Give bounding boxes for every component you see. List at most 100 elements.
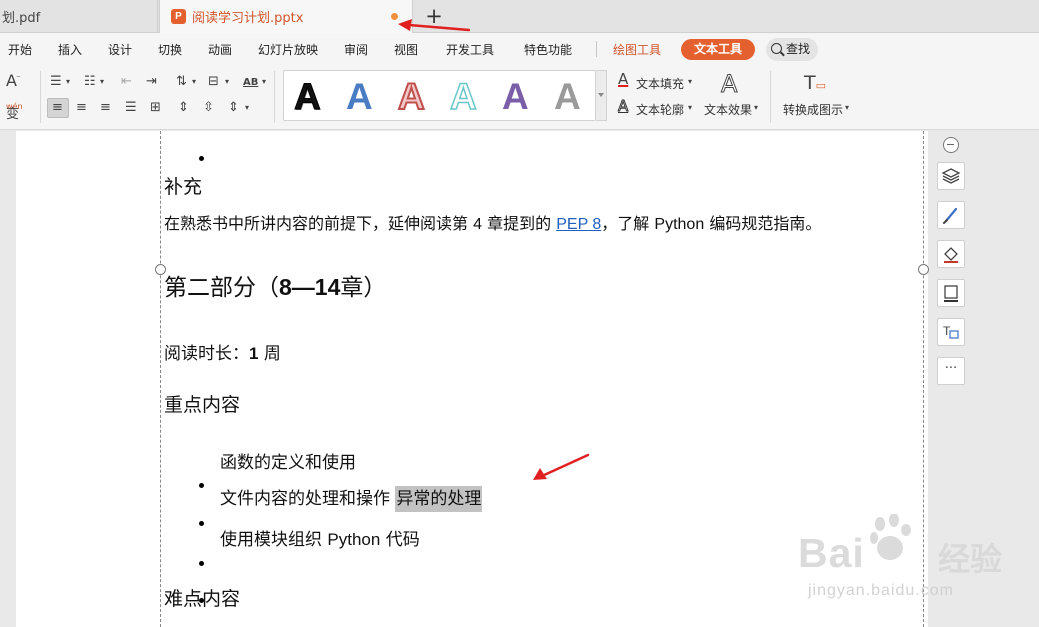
- menu-drawing-tools[interactable]: 绘图工具: [613, 41, 661, 58]
- text-style-purple[interactable]: A: [502, 77, 529, 117]
- text-outline-icon[interactable]: A: [617, 98, 628, 115]
- menu-animation[interactable]: 动画: [208, 41, 232, 58]
- tab-pdf-label: 划.pdf: [2, 11, 41, 26]
- tab-pptx-label: 阅读学习计划.pptx: [192, 11, 304, 26]
- key-item-functions[interactable]: 函数的定义和使用: [220, 448, 356, 473]
- text-style-red-outline[interactable]: A: [397, 76, 426, 118]
- part2-range: 8—14: [279, 274, 341, 300]
- more-options-button[interactable]: ···: [937, 357, 965, 385]
- shape-fill-button[interactable]: [937, 240, 965, 268]
- baidu-jingyan-watermark: Bai 经验 jingyan.baidu.com: [768, 512, 1038, 624]
- menu-transition[interactable]: 切换: [158, 41, 182, 58]
- supplement-paragraph[interactable]: 在熟悉书中所讲内容的前提下，延伸阅读第 4 章提到的 PEP 8，了解 Pyth…: [164, 210, 821, 234]
- tab-pdf-document[interactable]: 划.pdf: [0, 0, 158, 33]
- paw-logo-icon: [870, 514, 911, 560]
- align-left-icon: ≡: [52, 100, 63, 115]
- distributed-align-icon[interactable]: ⊞: [150, 100, 161, 116]
- text-style-gray[interactable]: A: [554, 77, 581, 117]
- annotation-arrow-highlight-icon: [533, 453, 590, 480]
- ribbon-toolbar: A ⁻ wén 变 ☰ ▾ ☷ ▾ ⇤ ⇥ ⇅ ▾ ⊟ ▾ AB ▾ ≡ ≡ ≡…: [0, 65, 1039, 130]
- reading-duration[interactable]: 阅读时长：1 周: [164, 339, 281, 364]
- convert-graphic-icon[interactable]: T▭: [804, 72, 826, 97]
- highlighted-exception-text[interactable]: 异常的处理: [395, 486, 483, 512]
- text-fill-icon[interactable]: A: [618, 71, 628, 87]
- menu-special[interactable]: 特色功能: [524, 41, 572, 58]
- part2-suffix: 章）: [340, 275, 387, 301]
- supplement-text-4: 编码规范指南。: [709, 214, 822, 233]
- text-style-blue[interactable]: A: [346, 77, 373, 117]
- text-convert-icon: T: [943, 324, 959, 339]
- key-content-heading[interactable]: 重点内容: [164, 390, 240, 417]
- align-justify-icon[interactable]: ☰: [125, 100, 137, 116]
- python-word-2: Python: [327, 530, 381, 549]
- gallery-expand-button[interactable]: [596, 70, 607, 121]
- convert-graphic-label[interactable]: 转换成图示: [783, 101, 843, 118]
- outline-icon: [944, 285, 958, 302]
- align-center-icon[interactable]: ≡: [76, 100, 87, 116]
- brush-icon: [943, 207, 958, 224]
- char-spacing-icon[interactable]: AB: [243, 75, 258, 91]
- text-style-cyan-outline[interactable]: A: [449, 76, 477, 118]
- menu-developer[interactable]: 开发工具: [446, 41, 494, 58]
- resize-handle-right[interactable]: [918, 264, 929, 275]
- text-fill-label[interactable]: 文本填充: [636, 75, 684, 92]
- layers-icon: [941, 168, 961, 184]
- ribbon-menu-bar: 开始 插入 设计 切换 动画 幻灯片放映 审阅 视图 开发工具 特色功能 绘图工…: [0, 33, 1039, 65]
- key-item-modules-text: 使用模块组织: [220, 530, 322, 550]
- text-style-black[interactable]: A: [294, 76, 322, 117]
- key-item-modules[interactable]: 使用模块组织 Python 代码: [220, 525, 420, 550]
- paragraph-spacing-icon[interactable]: ⇳: [203, 100, 214, 116]
- search-button[interactable]: 查找: [766, 38, 818, 61]
- bullet-list-icon[interactable]: ☰: [50, 74, 62, 90]
- python-word: Python: [654, 216, 705, 233]
- shape-outline-button[interactable]: [937, 279, 965, 307]
- chevron-down-icon[interactable]: ▾: [845, 100, 849, 116]
- supplement-text-2: 章提到的: [487, 214, 552, 233]
- layers-button[interactable]: [937, 162, 965, 190]
- spacing-options-icon[interactable]: ⇕: [228, 100, 239, 116]
- text-direction-icon[interactable]: ⇅: [176, 74, 187, 90]
- menu-insert[interactable]: 插入: [58, 41, 82, 58]
- list-bullet: [199, 598, 204, 603]
- menu-view[interactable]: 视图: [394, 41, 418, 58]
- menu-text-tools[interactable]: 文本工具: [681, 39, 755, 60]
- part2-heading[interactable]: 第二部分（8—14章）: [164, 268, 386, 302]
- toolbar-divider: [274, 71, 275, 123]
- numbered-list-icon[interactable]: ☷: [84, 74, 96, 90]
- part2-prefix: 第二部分（: [164, 275, 279, 301]
- menu-review[interactable]: 审阅: [344, 41, 368, 58]
- text-effect-label[interactable]: 文本效果: [704, 101, 752, 118]
- chevron-down-icon[interactable]: ▾: [262, 74, 266, 90]
- format-painter-button[interactable]: [937, 201, 965, 229]
- chevron-down-icon[interactable]: ▾: [688, 100, 692, 116]
- chevron-down-icon[interactable]: ▾: [754, 100, 758, 116]
- menu-slideshow[interactable]: 幻灯片放映: [258, 41, 318, 58]
- chevron-down-icon[interactable]: ▾: [225, 74, 229, 90]
- supplement-heading[interactable]: 补充: [164, 172, 202, 199]
- convert-text-button[interactable]: T: [937, 318, 965, 346]
- pep8-link[interactable]: PEP 8: [556, 216, 601, 233]
- vertical-align-icon[interactable]: ⊟: [208, 74, 219, 90]
- chevron-down-icon[interactable]: ▾: [192, 74, 196, 90]
- list-bullet: [199, 483, 204, 488]
- chevron-down-icon[interactable]: ▾: [66, 74, 70, 90]
- align-right-icon[interactable]: ≡: [100, 100, 111, 116]
- decrease-font-size-icon: ⁻: [16, 74, 21, 84]
- list-bullet: [199, 156, 204, 161]
- menu-home[interactable]: 开始: [8, 41, 32, 58]
- chevron-down-icon[interactable]: ▾: [245, 100, 249, 116]
- increase-indent-icon[interactable]: ⇥: [146, 74, 157, 90]
- key-item-files[interactable]: 文件内容的处理和操作 异常的处理: [220, 484, 483, 512]
- tab-pptx-document[interactable]: P 阅读学习计划.pptx: [159, 0, 413, 33]
- chevron-down-icon[interactable]: ▾: [100, 74, 104, 90]
- chevron-down-icon[interactable]: ▾: [688, 74, 692, 90]
- line-spacing-icon[interactable]: ⇕: [178, 100, 189, 116]
- menu-design[interactable]: 设计: [108, 41, 132, 58]
- text-outline-label[interactable]: 文本轮廓: [636, 101, 684, 118]
- decrease-indent-icon[interactable]: ⇤: [121, 74, 132, 90]
- text-effect-icon[interactable]: A: [720, 71, 737, 98]
- reading-number: 1: [249, 344, 259, 363]
- collapse-toolbar-icon[interactable]: [943, 137, 959, 153]
- key-item-modules-suffix: 代码: [385, 530, 420, 550]
- text-style-gallery: A A A A A A: [283, 70, 596, 121]
